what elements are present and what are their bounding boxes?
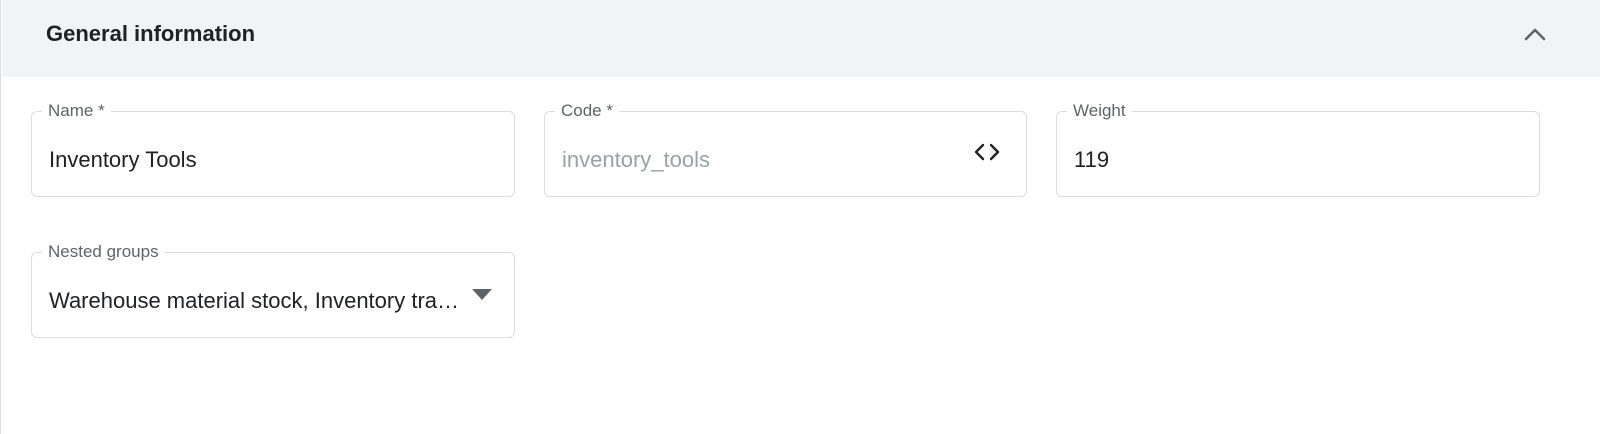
code-label: Code *	[555, 101, 619, 121]
weight-label: Weight	[1067, 101, 1132, 121]
code-field: Code * inventory_tools	[544, 101, 1027, 197]
name-input[interactable]: Inventory Tools	[49, 146, 489, 174]
name-label: Name *	[42, 101, 111, 121]
general-information-panel: General information Name * Inventory Too…	[0, 0, 1600, 434]
collapse-button[interactable]	[1519, 22, 1551, 46]
dropdown-arrow-icon[interactable]	[472, 289, 492, 301]
nested-groups-select[interactable]: Nested groups Warehouse material stock, …	[31, 242, 515, 338]
chevron-up-icon	[1524, 28, 1546, 41]
name-field[interactable]: Name * Inventory Tools	[31, 101, 515, 197]
weight-field[interactable]: Weight 119	[1056, 101, 1540, 197]
nested-groups-value[interactable]: Warehouse material stock, Inventory tra…	[49, 287, 469, 315]
code-input: inventory_tools	[562, 147, 710, 172]
section-title: General information	[46, 21, 256, 46]
weight-input[interactable]: 119	[1074, 146, 1514, 174]
code-icon[interactable]	[972, 140, 1002, 164]
section-header[interactable]: General information	[2, 0, 1600, 77]
nested-groups-label: Nested groups	[42, 242, 165, 262]
